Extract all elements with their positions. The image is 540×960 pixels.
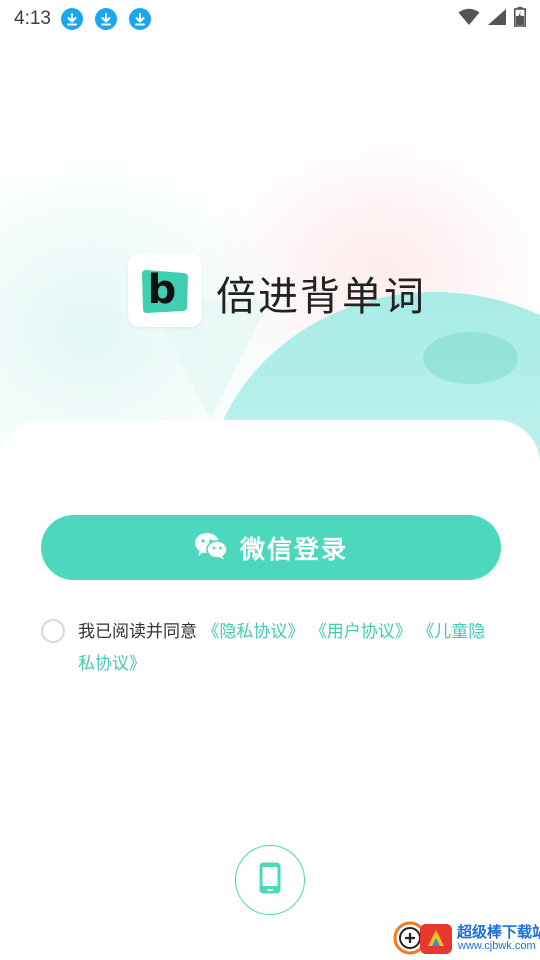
agreement-prefix: 我已阅读并同意 [78,622,197,642]
download-icon [60,8,83,30]
wechat-login-label: 微信登录 [239,534,348,564]
agreement-text: 我已阅读并同意 《隐私协议》 《用户协议》 《儿童隐私协议》 [78,616,498,680]
status-right-group [458,7,526,31]
watermark-logo: 超级棒下载站 www.cjbwk.com [392,916,540,960]
svg-text:b: b [148,267,177,313]
status-time: 4:13 [14,8,51,29]
signal-icon [487,8,507,30]
app-logo: b [128,253,202,327]
watermark-title: 超级棒下载站 [457,923,540,941]
agreement-radio[interactable] [41,619,65,643]
status-bar: 4:13 [0,0,540,38]
download-icon [94,8,117,30]
logo-b-icon: b [142,267,188,313]
privacy-policy-link[interactable]: 《隐私协议》 [202,622,304,642]
background-small-blob [423,332,518,384]
watermark-url: www.cjbwk.com [458,940,536,952]
watermark-emblem-icon [393,921,452,955]
user-agreement-link[interactable]: 《用户协议》 [310,622,412,642]
phone-icon [258,861,282,899]
wechat-icon [194,532,228,564]
wechat-login-button[interactable]: 微信登录 [41,515,501,580]
login-screen: 4:13 b 倍进背单词 微信登录 我已阅读并同意 《隐私协议》 《用户协议》 … [0,0,540,960]
phone-login-button[interactable] [235,845,305,915]
download-icon [128,8,151,30]
app-name: 倍进背单词 [216,274,426,320]
wifi-icon [458,8,480,30]
battery-icon [514,7,526,31]
